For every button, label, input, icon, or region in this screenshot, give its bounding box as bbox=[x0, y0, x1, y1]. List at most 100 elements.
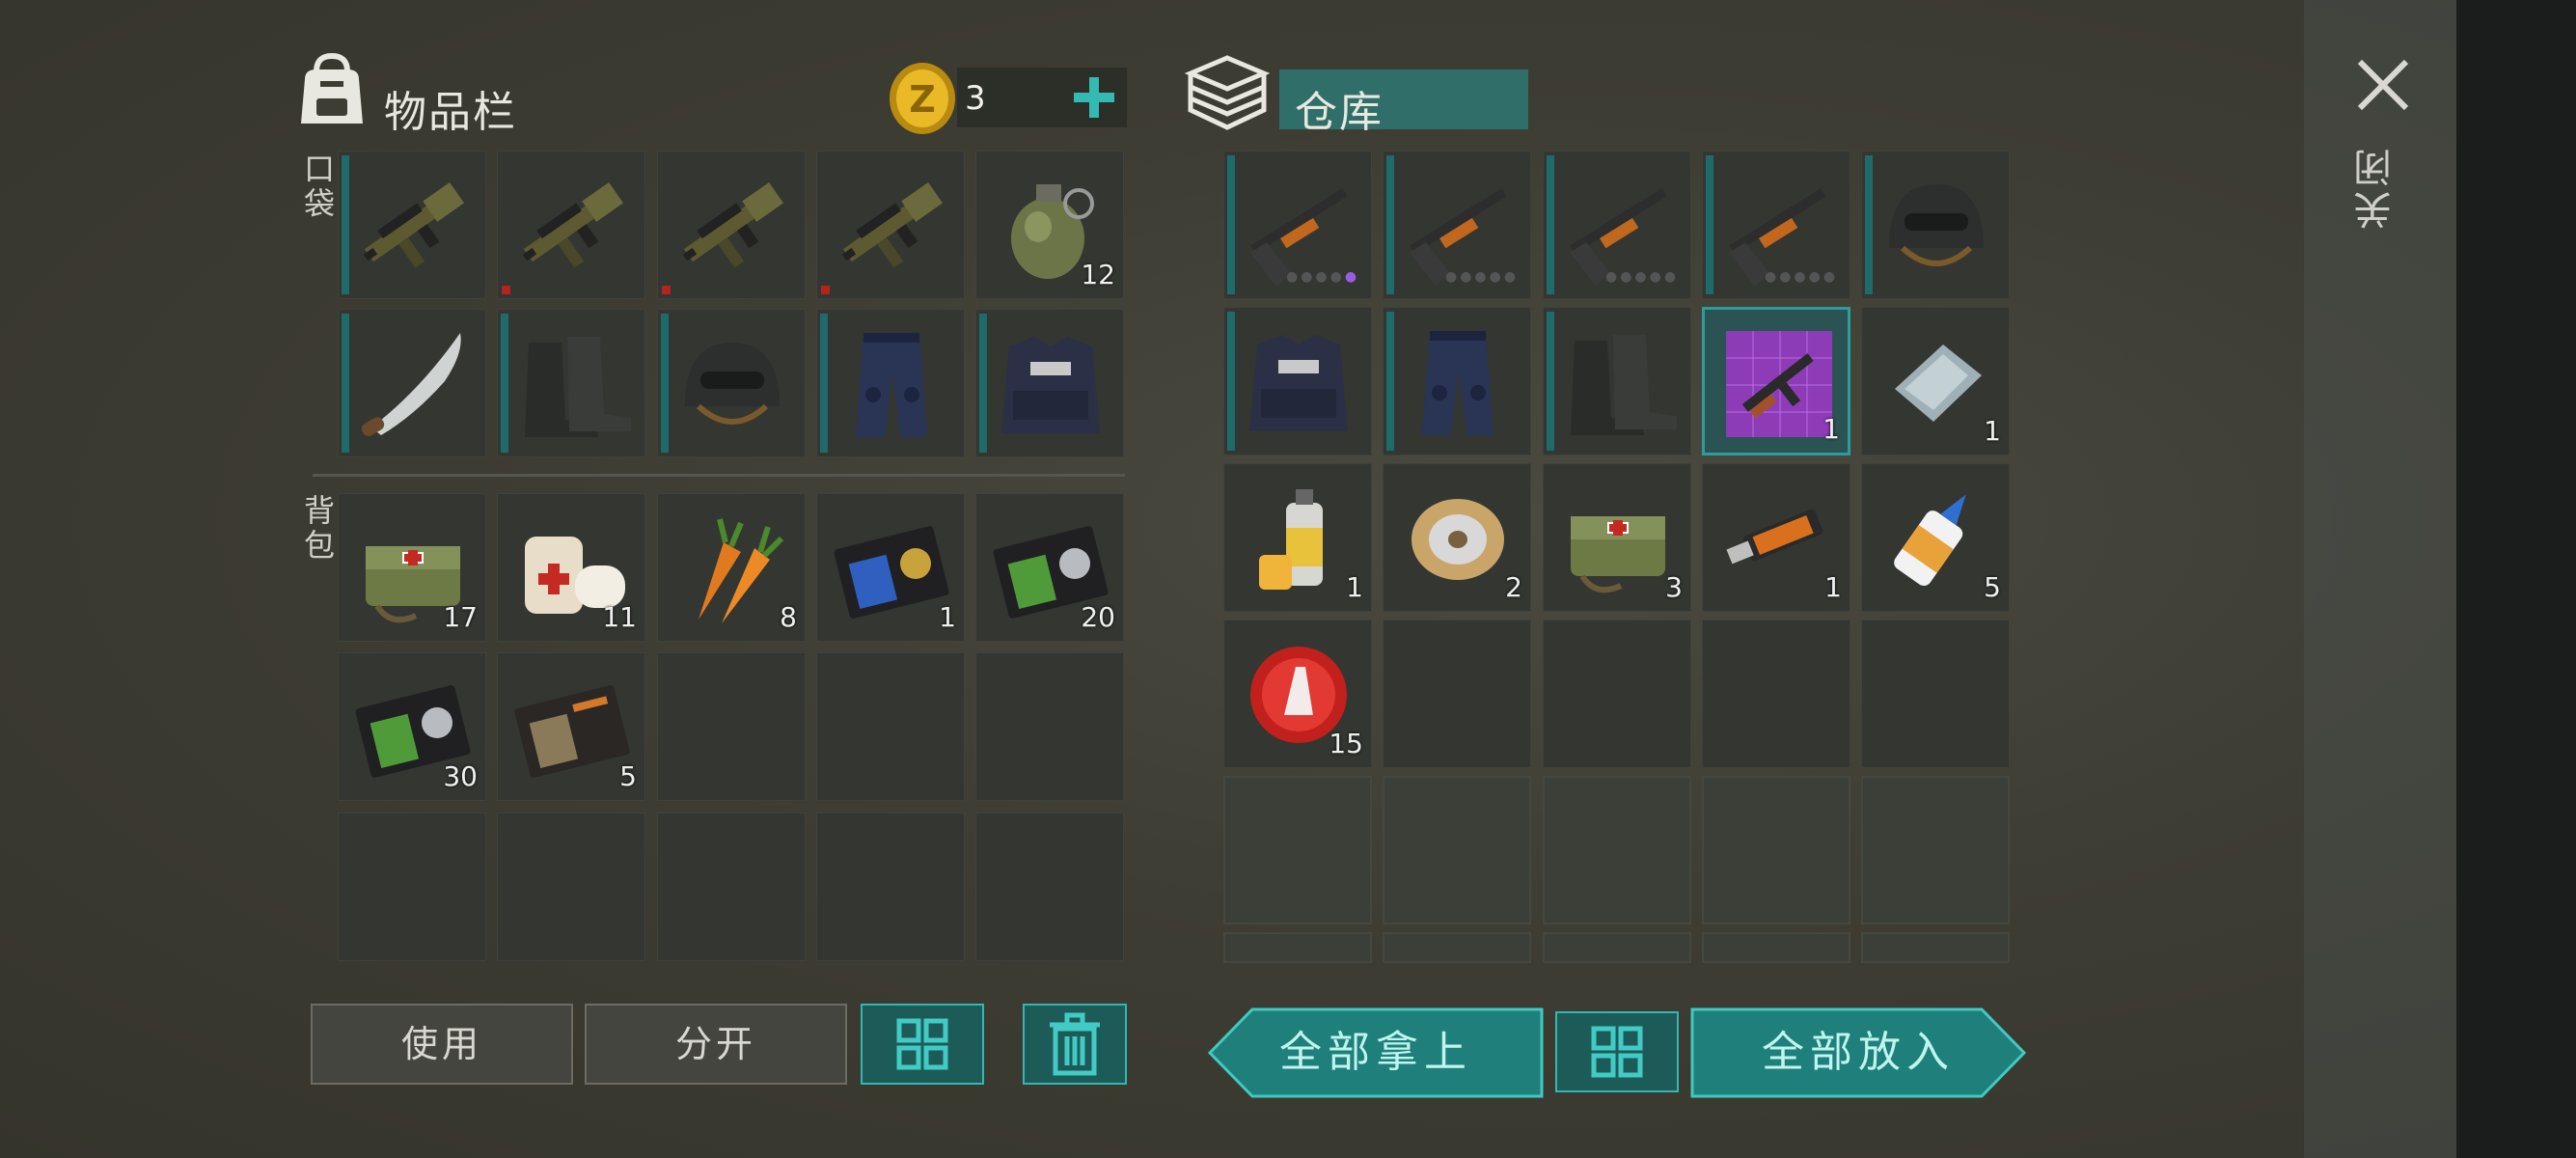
backpack-slot-empty[interactable] bbox=[497, 813, 645, 961]
durability-bar bbox=[820, 314, 828, 453]
sort-storage-button[interactable] bbox=[1555, 1011, 1679, 1092]
durability-bar bbox=[1227, 155, 1235, 294]
durability-bar bbox=[979, 314, 987, 453]
item-quantity: 15 bbox=[1329, 728, 1363, 759]
close-icon bbox=[2357, 59, 2409, 111]
backpack-slot-carrots[interactable]: 8 bbox=[657, 493, 806, 642]
storage-slot-metal-sheet[interactable]: 1 bbox=[1861, 307, 2010, 455]
pocket-slot-grenade-launcher[interactable] bbox=[657, 151, 806, 299]
broken-marker bbox=[821, 286, 830, 294]
storage-slot-empty[interactable] bbox=[1702, 932, 1850, 963]
storage-slot-empty[interactable] bbox=[1223, 776, 1372, 924]
item-quantity: 30 bbox=[443, 760, 478, 792]
backpack-slot-bandage[interactable]: 11 bbox=[497, 493, 645, 642]
item-quantity: 12 bbox=[1081, 259, 1115, 290]
storage-slot-shotgun[interactable]: ●●●●● bbox=[1543, 151, 1691, 299]
combat-helmet-icon bbox=[1876, 165, 1997, 287]
storage-slot-empty[interactable] bbox=[1702, 620, 1850, 768]
pocket-slot-grenade-launcher[interactable] bbox=[497, 151, 645, 299]
storage-slot-shotgun[interactable]: ●●●●● bbox=[1223, 151, 1372, 299]
close-button[interactable]: 关闭 bbox=[2344, 48, 2422, 241]
pocket-slot-police-vest[interactable] bbox=[975, 309, 1124, 457]
storage-slot-spray-paint[interactable]: 1 bbox=[1223, 463, 1372, 612]
item-quantity: 1 bbox=[1822, 413, 1840, 445]
storage-slot-ak-blueprint[interactable]: 1 bbox=[1702, 307, 1850, 455]
take-all-label: 全部拿上 bbox=[1279, 1028, 1472, 1077]
storage-slot-empty[interactable] bbox=[1702, 776, 1850, 924]
storage-slot-shotgun[interactable]: ●●●●● bbox=[1383, 151, 1531, 299]
storage-slot-empty[interactable] bbox=[1861, 932, 2010, 963]
storage-slot-empty[interactable] bbox=[1223, 932, 1372, 963]
storage-title: 仓库 bbox=[1295, 88, 1384, 137]
add-coins-button[interactable] bbox=[1063, 68, 1125, 127]
split-button[interactable]: 分开 bbox=[585, 1004, 847, 1085]
pocket-slot-police-pants[interactable] bbox=[816, 309, 965, 457]
pocket-slot-combat-boots[interactable] bbox=[497, 309, 645, 457]
storage-slot-empty[interactable] bbox=[1383, 776, 1531, 924]
police-pants-icon bbox=[1397, 321, 1519, 443]
storage-crate-icon bbox=[1185, 55, 1270, 130]
storage-slot-wire-spool[interactable]: 2 bbox=[1383, 463, 1531, 612]
super-glue-icon bbox=[1876, 478, 1997, 599]
put-all-button[interactable]: 全部放入 bbox=[1690, 1007, 2027, 1098]
coin-count: 3 bbox=[965, 79, 986, 118]
backpack-slot-empty[interactable] bbox=[816, 652, 965, 801]
item-quantity: 1 bbox=[1824, 571, 1842, 603]
storage-slot-empty[interactable] bbox=[1543, 776, 1691, 924]
upgrade-dots: ●●●●● bbox=[1286, 269, 1360, 285]
use-button[interactable]: 使用 bbox=[311, 1004, 573, 1085]
backpack-slot-patrol-officer-id[interactable]: 5 bbox=[497, 652, 645, 801]
backpack-slot-empty[interactable] bbox=[975, 652, 1124, 801]
backpack-slot-empty[interactable] bbox=[816, 813, 965, 961]
storage-slot-empty[interactable] bbox=[1383, 932, 1531, 963]
item-quantity: 1 bbox=[1346, 571, 1363, 603]
backpack-slot-empty[interactable] bbox=[338, 813, 486, 961]
storage-slot-super-glue[interactable]: 5 bbox=[1861, 463, 2010, 612]
trash-button[interactable] bbox=[1023, 1004, 1127, 1085]
durability-bar bbox=[1865, 155, 1873, 294]
storage-slot-combat-helmet[interactable] bbox=[1861, 151, 2010, 299]
upgrade-dots: ●●●●● bbox=[1445, 269, 1520, 285]
backpack-slot-empty[interactable] bbox=[657, 652, 806, 801]
backpack-slot-medical-bag[interactable]: 17 bbox=[338, 493, 486, 642]
item-quantity: 11 bbox=[602, 601, 637, 633]
storage-slot-empty[interactable] bbox=[1383, 620, 1531, 768]
metal-sheet-icon bbox=[1876, 321, 1997, 443]
backpack-slot-police-badge-green-2[interactable]: 30 bbox=[338, 652, 486, 801]
take-all-button[interactable]: 全部拿上 bbox=[1207, 1007, 1544, 1098]
backpack-slot-police-badge-green[interactable]: 20 bbox=[975, 493, 1124, 642]
carrots-icon bbox=[671, 508, 793, 629]
pocket-slot-combat-helmet[interactable] bbox=[657, 309, 806, 457]
storage-slot-empty[interactable] bbox=[1861, 776, 2010, 924]
storage-slot-usb-drive[interactable]: 1 bbox=[1702, 463, 1850, 612]
medical-bag-icon bbox=[1557, 478, 1679, 599]
storage-slot-shotgun[interactable]: ●●●●● bbox=[1702, 151, 1850, 299]
sort-inventory-button[interactable] bbox=[861, 1004, 984, 1085]
backpack-slot-empty[interactable] bbox=[975, 813, 1124, 961]
grenade-launcher-icon bbox=[511, 165, 633, 287]
durability-bar bbox=[342, 155, 349, 294]
put-all-label: 全部放入 bbox=[1762, 1028, 1955, 1077]
backpack-slot-empty[interactable] bbox=[657, 813, 806, 961]
grenade-launcher-icon bbox=[831, 165, 952, 287]
patrol-officer-id-icon bbox=[511, 667, 633, 788]
backpack-slot-police-badge-blue[interactable]: 1 bbox=[816, 493, 965, 642]
pocket-slot-grenade-launcher[interactable] bbox=[816, 151, 965, 299]
storage-slot-empty[interactable] bbox=[1543, 932, 1691, 963]
storage-slot-empty[interactable] bbox=[1543, 620, 1691, 768]
pocket-slot-frag-grenade[interactable]: 12 bbox=[975, 151, 1124, 299]
storage-slot-police-pants[interactable] bbox=[1383, 307, 1531, 455]
storage-slot-police-vest[interactable] bbox=[1223, 307, 1372, 455]
screen-edge-strip bbox=[2456, 0, 2576, 1158]
broken-marker bbox=[662, 286, 671, 294]
storage-slot-combat-boots[interactable] bbox=[1543, 307, 1691, 455]
storage-slot-empty[interactable] bbox=[1861, 620, 2010, 768]
usb-drive-icon bbox=[1716, 478, 1838, 599]
storage-slot-bottle-cap[interactable]: 15 bbox=[1223, 620, 1372, 768]
combat-boots-icon bbox=[511, 323, 633, 445]
pocket-slot-machete[interactable] bbox=[338, 309, 486, 457]
storage-slot-medical-bag[interactable]: 3 bbox=[1543, 463, 1691, 612]
pocket-slot-grenade-launcher[interactable] bbox=[338, 151, 486, 299]
item-quantity: 5 bbox=[1984, 571, 2001, 603]
durability-bar bbox=[1227, 312, 1235, 451]
